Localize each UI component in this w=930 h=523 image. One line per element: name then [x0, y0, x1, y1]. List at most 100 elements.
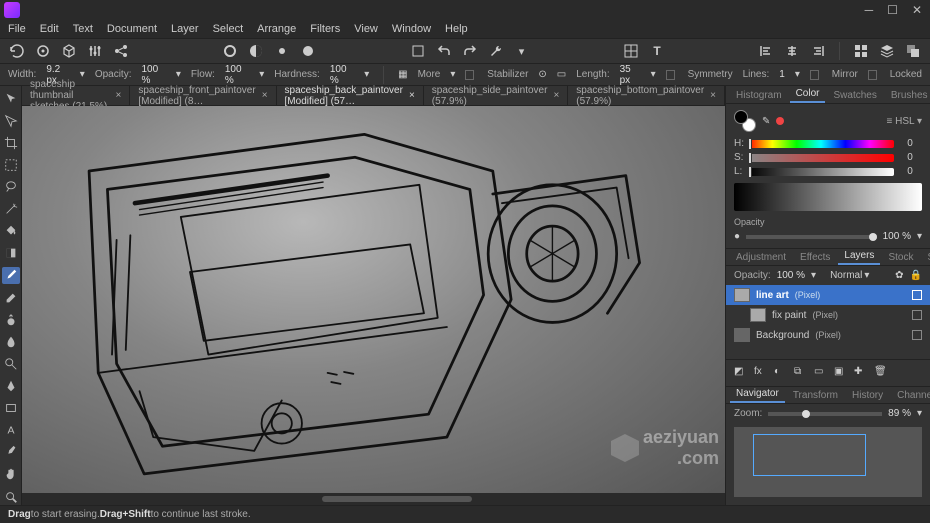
- symmetry-checkbox[interactable]: [666, 70, 675, 80]
- close-tab-icon[interactable]: ×: [116, 90, 122, 101]
- opacity-slider[interactable]: [746, 235, 877, 239]
- close-tab-icon[interactable]: ×: [553, 90, 559, 101]
- menu-window[interactable]: Window: [392, 23, 431, 35]
- smudge-tool[interactable]: [2, 333, 20, 350]
- chevron-down-icon[interactable]: ▾: [176, 69, 181, 80]
- window-icon[interactable]: ▭: [557, 69, 566, 80]
- chevron-down-icon[interactable]: ▾: [917, 231, 922, 242]
- tab-channels[interactable]: Channels: [891, 388, 930, 403]
- selection-tool[interactable]: [2, 156, 20, 173]
- lum-value[interactable]: 0: [898, 166, 922, 177]
- live-filter-icon[interactable]: ⧉: [794, 366, 808, 380]
- align-right-icon[interactable]: [809, 42, 827, 60]
- chevron-down-icon[interactable]: ▾: [917, 408, 922, 419]
- dodge-tool[interactable]: [2, 355, 20, 372]
- tab-transform[interactable]: Transform: [787, 388, 844, 403]
- add-layer-icon[interactable]: ▣: [834, 366, 848, 380]
- menu-document[interactable]: Document: [107, 23, 157, 35]
- grid-icon[interactable]: [852, 42, 870, 60]
- crop-tool[interactable]: [2, 134, 20, 151]
- tab-navigator[interactable]: Navigator: [730, 386, 785, 403]
- menu-help[interactable]: Help: [445, 23, 468, 35]
- align-center-icon[interactable]: [783, 42, 801, 60]
- color-mode[interactable]: HSL: [895, 116, 914, 127]
- document-tab[interactable]: spaceship_bottom_paintover (57.9%)×: [568, 86, 725, 105]
- layer-row[interactable]: Background (Pixel): [726, 325, 930, 345]
- chevron-down-icon[interactable]: ▾: [450, 69, 455, 80]
- menu-layer[interactable]: Layer: [171, 23, 199, 35]
- menu-edit[interactable]: Edit: [40, 23, 59, 35]
- color-swatch-dot[interactable]: [776, 117, 784, 125]
- group-icon[interactable]: ▭: [814, 366, 828, 380]
- chevron-down-icon[interactable]: ▾: [811, 270, 816, 281]
- rotate-left-icon[interactable]: [435, 42, 453, 60]
- close-icon[interactable]: ✕: [912, 3, 922, 17]
- menu-file[interactable]: File: [8, 23, 26, 35]
- menu-select[interactable]: Select: [213, 23, 244, 35]
- sat-slider[interactable]: [748, 154, 894, 162]
- document-tab[interactable]: spaceship thumbnail sketches (21.5%)×: [22, 86, 130, 105]
- text-tool[interactable]: A: [2, 422, 20, 439]
- blend-mode[interactable]: Normal: [830, 270, 862, 281]
- layers-stack-icon[interactable]: [878, 42, 896, 60]
- tab-stock[interactable]: Stock: [882, 250, 919, 265]
- maximize-icon[interactable]: ☐: [887, 3, 898, 17]
- wrench-icon[interactable]: [487, 42, 505, 60]
- document-tab[interactable]: spaceship_back_paintover [Modified] (57……: [277, 86, 424, 105]
- gear-icon[interactable]: ✿: [895, 270, 903, 281]
- minimize-icon[interactable]: ─: [865, 3, 874, 17]
- visibility-checkbox[interactable]: [912, 330, 922, 340]
- zoom-tool[interactable]: [2, 488, 20, 505]
- menu-text[interactable]: Text: [73, 23, 93, 35]
- rope-icon[interactable]: ⊙: [538, 69, 546, 80]
- locked-checkbox[interactable]: [868, 70, 877, 80]
- mask-icon[interactable]: ◩: [734, 366, 748, 380]
- chevron-down-icon[interactable]: ▾: [513, 42, 531, 60]
- tab-brushes[interactable]: Brushes: [885, 88, 930, 103]
- lines-value[interactable]: 1: [779, 69, 785, 80]
- menu-arrange[interactable]: Arrange: [257, 23, 296, 35]
- lum-slider[interactable]: [748, 168, 894, 176]
- lock-icon[interactable]: 🔒: [910, 270, 922, 281]
- document-tab[interactable]: spaceship_front_paintover [Modified] (8……: [130, 86, 276, 105]
- adjustment-icon[interactable]: ◐: [774, 366, 788, 380]
- tab-styles[interactable]: Styles: [921, 250, 930, 265]
- text-icon[interactable]: T: [648, 42, 666, 60]
- menu-view[interactable]: View: [354, 23, 378, 35]
- more-label[interactable]: More: [418, 69, 441, 80]
- hue-value[interactable]: 0: [898, 138, 922, 149]
- scrollbar-thumb[interactable]: [322, 496, 472, 502]
- move-tool[interactable]: [2, 90, 20, 107]
- add-pixel-icon[interactable]: ✚: [854, 366, 868, 380]
- zoom-value[interactable]: 89 %: [888, 408, 911, 419]
- chevron-down-icon[interactable]: ▾: [917, 116, 922, 127]
- pan-icon[interactable]: [34, 42, 52, 60]
- contrast-icon[interactable]: [247, 42, 265, 60]
- document-tab[interactable]: spaceship_side_paintover (57.9%)×: [424, 86, 568, 105]
- chevron-down-icon[interactable]: ▾: [795, 69, 800, 80]
- hue-slider[interactable]: [748, 140, 894, 148]
- node-tool[interactable]: [2, 112, 20, 129]
- share-icon[interactable]: [112, 42, 130, 60]
- sliders-icon[interactable]: [86, 42, 104, 60]
- guides-icon[interactable]: [622, 42, 640, 60]
- gradient-tool[interactable]: [2, 245, 20, 262]
- sat-value[interactable]: 0: [898, 152, 922, 163]
- flow-value[interactable]: 100 %: [225, 64, 249, 86]
- tab-layers[interactable]: Layers: [838, 248, 880, 265]
- wand-tool[interactable]: [2, 201, 20, 218]
- align-left-icon[interactable]: [757, 42, 775, 60]
- chevron-down-icon[interactable]: ▾: [864, 270, 869, 281]
- eraser-tool[interactable]: [2, 289, 20, 306]
- tab-color[interactable]: Color: [790, 86, 826, 103]
- dropper-tool[interactable]: [2, 444, 20, 461]
- color-opacity-value[interactable]: 100 %: [883, 231, 911, 242]
- rotate-right-icon[interactable]: [461, 42, 479, 60]
- clone-tool[interactable]: [2, 311, 20, 328]
- delete-layer-icon[interactable]: 🗑: [874, 366, 888, 380]
- chevron-down-icon[interactable]: ▾: [259, 69, 264, 80]
- horizontal-scrollbar[interactable]: [22, 493, 725, 505]
- cube-icon[interactable]: [60, 42, 78, 60]
- chevron-down-icon[interactable]: ▾: [651, 69, 656, 80]
- layer-row[interactable]: fix paint (Pixel): [726, 305, 930, 325]
